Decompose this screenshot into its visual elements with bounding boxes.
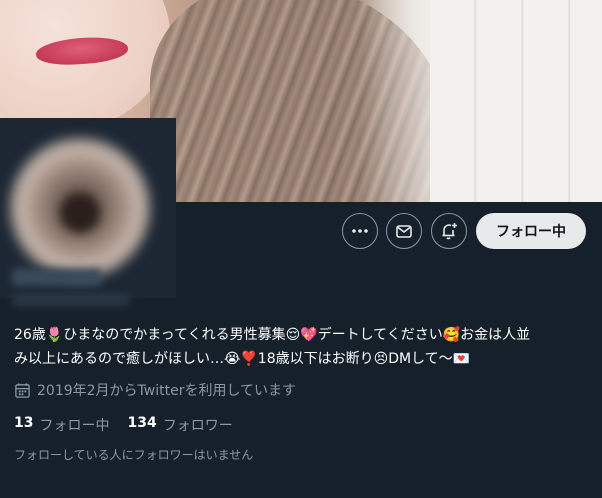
bio-line-2: み以上にあるので癒しがほしい…😭❣️18歳以下はお断り😣DMして〜💌 <box>14 351 471 367</box>
notifications-button[interactable] <box>431 213 467 249</box>
join-date-text: 2019年2月からTwitterを利用しています <box>37 383 297 399</box>
follow-stats: 13 フォロー中 134 フォロワー <box>14 415 233 435</box>
bio-line-1: 26歳🌷ひまなのでかまってくれる男性募集😌💖デートしてください🥰お金は人並 <box>14 327 531 343</box>
bell-plus-icon <box>439 221 459 241</box>
more-icon <box>350 221 370 241</box>
calendar-icon <box>14 382 31 399</box>
followers-count: 134 <box>127 415 157 431</box>
avatar-blur-dark <box>60 193 100 233</box>
following-link[interactable]: 13 フォロー中 <box>14 415 109 435</box>
profile-bio: 26歳🌷ひまなのでかまってくれる男性募集😌💖デートしてください🥰お金は人並 み以… <box>14 323 594 371</box>
mail-icon <box>394 221 414 241</box>
message-button[interactable] <box>386 213 422 249</box>
following-button[interactable]: フォロー中 <box>476 213 586 249</box>
followers-link[interactable]: 134 フォロワー <box>127 415 232 435</box>
banner-wall-fade <box>360 0 440 202</box>
more-button[interactable] <box>342 213 378 249</box>
banner-face <box>0 0 170 130</box>
banner-wall <box>430 0 602 202</box>
join-date: 2019年2月からTwitterを利用しています <box>14 380 296 400</box>
mutual-followers-note: フォローしている人にフォロワーはいません <box>14 448 254 462</box>
username-redacted <box>12 294 130 306</box>
following-label: フォロー中 <box>39 418 110 434</box>
following-count: 13 <box>14 415 34 431</box>
followers-label: フォロワー <box>162 418 233 434</box>
display-name-redacted <box>12 268 102 286</box>
